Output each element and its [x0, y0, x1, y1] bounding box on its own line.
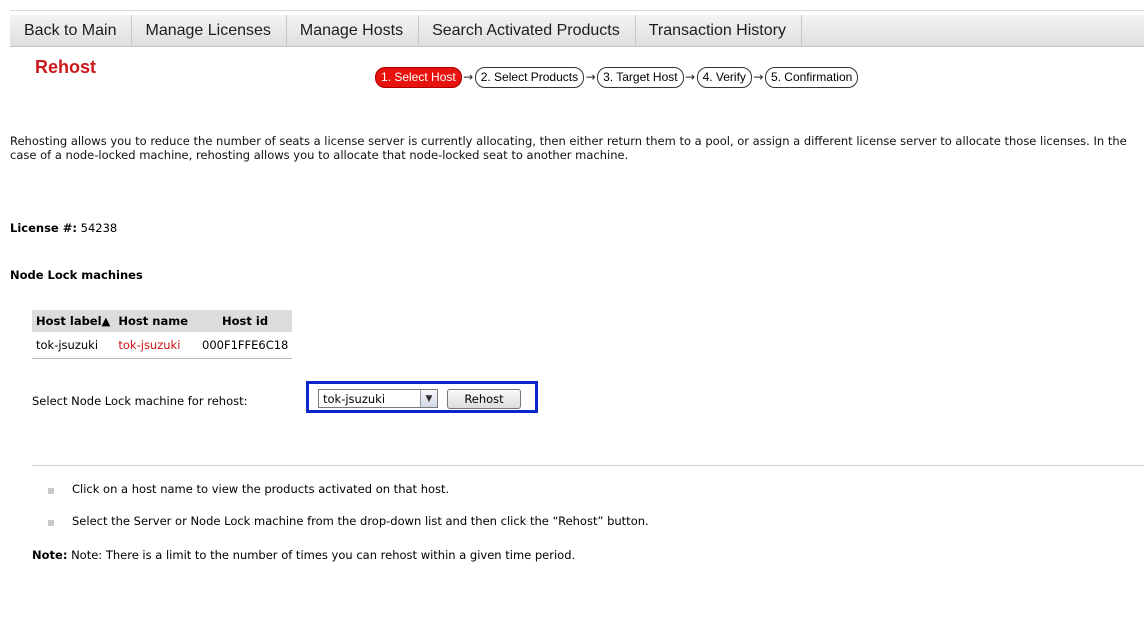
host-id-cell: 000F1FFE6C18 — [192, 332, 293, 359]
divider — [32, 465, 1144, 466]
arrow-right-icon: → — [685, 70, 696, 84]
help-text: Click on a host name to view the product… — [72, 482, 450, 496]
top-divider — [10, 10, 1144, 11]
bullet-icon — [48, 488, 54, 494]
table-header-row: Host label▲ Host name Host id — [32, 310, 293, 332]
nav-manage-hosts[interactable]: Manage Hosts — [287, 15, 420, 47]
step-select-host: 1. Select Host — [375, 67, 462, 88]
main-nav: Back to Main Manage Licenses Manage Host… — [10, 15, 1144, 47]
table-row: tok-jsuzuki tok-jsuzuki 000F1FFE6C18 — [32, 332, 293, 359]
help-item: Select the Server or Node Lock machine f… — [48, 514, 649, 528]
bullet-icon — [48, 520, 54, 526]
column-host-label[interactable]: Host label▲ — [32, 310, 115, 332]
column-host-id[interactable]: Host id — [192, 310, 293, 332]
column-host-name[interactable]: Host name — [114, 310, 192, 332]
host-name-link[interactable]: tok-jsuzuki — [114, 332, 192, 359]
license-label: License #: — [10, 221, 77, 235]
chevron-down-icon[interactable]: ▼ — [420, 390, 437, 407]
chevron-down-icon[interactable]: ˇ — [1108, 0, 1113, 8]
hosts-table: Host label▲ Host name Host id tok-jsuzuk… — [32, 310, 293, 359]
nav-search-activated-products[interactable]: Search Activated Products — [419, 15, 636, 47]
page-title: Rehost — [35, 57, 97, 77]
rehost-button[interactable]: Rehost — [447, 389, 521, 409]
note: Note: Note: There is a limit to the numb… — [32, 548, 575, 562]
step-target-host: 3. Target Host — [597, 67, 684, 88]
note-label: Note: — [32, 548, 68, 562]
step-select-products: 2. Select Products — [474, 67, 585, 88]
arrow-right-icon: → — [585, 70, 596, 84]
host-label-cell: tok-jsuzuki — [32, 332, 115, 359]
host-select-value: tok-jsuzuki — [323, 391, 386, 406]
arrow-right-icon: → — [753, 70, 764, 84]
note-text: Note: There is a limit to the number of … — [71, 548, 576, 562]
nav-transaction-history[interactable]: Transaction History — [636, 15, 802, 47]
select-host-label: Select Node Lock machine for rehost: — [32, 394, 248, 408]
license-number: 54238 — [80, 221, 118, 235]
wizard-steps: 1. Select Host → 2. Select Products → 3.… — [375, 66, 859, 89]
step-confirmation: 5. Confirmation — [764, 67, 859, 88]
host-select[interactable]: tok-jsuzuki ▼ — [318, 389, 438, 408]
help-text: Select the Server or Node Lock machine f… — [72, 514, 649, 528]
nav-back-to-main[interactable]: Back to Main — [10, 15, 133, 47]
node-lock-section-title: Node Lock machines — [10, 268, 143, 282]
intro-text: Rehosting allows you to reduce the numbe… — [10, 134, 1127, 162]
help-item: Click on a host name to view the product… — [48, 482, 449, 496]
step-verify: 4. Verify — [696, 67, 752, 88]
license-info: License #: 54238 — [10, 221, 117, 235]
arrow-right-icon: → — [463, 70, 474, 84]
nav-manage-licenses[interactable]: Manage Licenses — [132, 15, 287, 47]
